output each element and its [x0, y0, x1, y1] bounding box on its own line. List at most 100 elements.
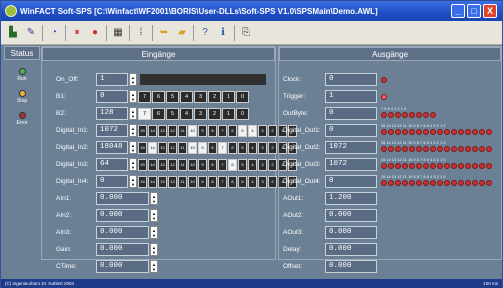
b1-field[interactable]: 0 — [96, 90, 128, 103]
b1-bit-4[interactable]: 4 — [180, 90, 193, 103]
b1-spinner[interactable]: ▲ ▼ — [129, 90, 137, 103]
info-icon[interactable]: ℹ — [216, 26, 230, 40]
folder-arrow-icon[interactable]: ➥ — [157, 26, 171, 40]
bit-8[interactable]: 8 — [208, 141, 217, 154]
bit-7[interactable]: 7 — [218, 124, 227, 137]
bit-13[interactable]: 13 — [158, 158, 167, 171]
bit-9[interactable]: 9 — [198, 124, 207, 137]
minimize-button[interactable]: _ — [451, 4, 465, 18]
bit-10[interactable]: 10 — [188, 175, 197, 188]
stop-icon[interactable]: ⏸ — [70, 26, 84, 40]
bit-14[interactable]: 14 — [148, 124, 157, 137]
bit-13[interactable]: 13 — [158, 175, 167, 188]
bit-5[interactable]: 5 — [238, 158, 247, 171]
ain3-field[interactable]: 0.000 — [96, 226, 149, 239]
digital-in2-bits[interactable]: 15 14 13 12 11 10 9 8 7 6 5 4 3 2 1 0 — [137, 141, 297, 154]
bit-7[interactable]: 7 — [218, 175, 227, 188]
ain2-spinner[interactable]: ▲ ▼ — [150, 209, 158, 222]
close-button[interactable]: X — [483, 4, 497, 18]
b2-field[interactable]: 128 — [96, 107, 128, 120]
clock-icon[interactable]: ◔ — [47, 26, 61, 40]
bit-8[interactable]: 8 — [208, 175, 217, 188]
b1-bit-0[interactable]: 0 — [236, 90, 249, 103]
b2-spinner[interactable]: ▲ ▼ — [129, 107, 137, 120]
digital-in3-bits[interactable]: 15 14 13 12 11 10 9 8 7 6 5 4 3 2 1 0 — [137, 158, 297, 171]
digital-in4-bits[interactable]: 15 14 13 12 11 10 9 8 7 6 5 4 3 2 1 0 — [137, 175, 297, 188]
b2-bit-6[interactable]: 6 — [152, 107, 165, 120]
edit-icon[interactable]: ✎ — [24, 26, 38, 40]
b1-bit-6[interactable]: 6 — [152, 90, 165, 103]
help-icon[interactable]: ? — [198, 26, 212, 40]
digital-in1-bits[interactable]: 15 14 13 12 11 10 9 8 7 6 5 4 3 2 1 0 — [137, 124, 297, 137]
b2-bit-1[interactable]: 1 — [222, 107, 235, 120]
bit-3[interactable]: 3 — [258, 141, 267, 154]
bit-5[interactable]: 5 — [238, 141, 247, 154]
ctime-spinner[interactable]: ▲ ▼ — [150, 260, 158, 273]
bit-3[interactable]: 3 — [258, 175, 267, 188]
b2-bit-2[interactable]: 2 — [208, 107, 221, 120]
bit-11[interactable]: 11 — [178, 124, 187, 137]
bit-4[interactable]: 4 — [248, 175, 257, 188]
bit-6[interactable]: 6 — [228, 158, 237, 171]
digital-in3-spinner[interactable]: ▲ ▼ — [129, 158, 137, 171]
bit-13[interactable]: 13 — [158, 124, 167, 137]
bit-12[interactable]: 12 — [168, 175, 177, 188]
bit-8[interactable]: 8 — [208, 124, 217, 137]
bit-7[interactable]: 7 — [218, 141, 227, 154]
bit-2[interactable]: 2 — [268, 141, 277, 154]
bit-14[interactable]: 14 — [148, 175, 157, 188]
ain3-spinner[interactable]: ▲ ▼ — [150, 226, 158, 239]
b1-bit-2[interactable]: 2 — [208, 90, 221, 103]
bit-13[interactable]: 13 — [158, 141, 167, 154]
maximize-button[interactable]: □ — [467, 4, 481, 18]
bit-11[interactable]: 11 — [178, 158, 187, 171]
ctime-field[interactable]: 0.000 — [96, 260, 149, 273]
bit-12[interactable]: 12 — [168, 141, 177, 154]
step-icon[interactable]: ⁞ — [134, 26, 148, 40]
bit-4[interactable]: 4 — [248, 124, 257, 137]
exit-icon[interactable]: ⎘ — [239, 26, 253, 40]
bit-10[interactable]: 10 — [188, 141, 197, 154]
digital-in1-spinner[interactable]: ▲ ▼ — [129, 124, 137, 137]
bit-15[interactable]: 15 — [138, 175, 147, 188]
b2-bit-4[interactable]: 4 — [180, 107, 193, 120]
ain1-spinner[interactable]: ▲ ▼ — [150, 192, 158, 205]
digital-in2-spinner[interactable]: ▲ ▼ — [129, 141, 137, 154]
on-off-field[interactable]: 1 — [96, 73, 128, 86]
bit-6[interactable]: 6 — [228, 141, 237, 154]
b2-bit-7[interactable]: 7 — [138, 107, 151, 120]
gain-field[interactable]: 0.000 — [96, 243, 149, 256]
b1-bit-5[interactable]: 5 — [166, 90, 179, 103]
ain2-field[interactable]: 0.000 — [96, 209, 149, 222]
bit-10[interactable]: 10 — [188, 124, 197, 137]
bit-5[interactable]: 5 — [238, 175, 247, 188]
bit-11[interactable]: 11 — [178, 141, 187, 154]
b2-bit-5[interactable]: 5 — [166, 107, 179, 120]
bit-9[interactable]: 9 — [198, 141, 207, 154]
bit-12[interactable]: 12 — [168, 124, 177, 137]
bit-15[interactable]: 15 — [138, 141, 147, 154]
grid-icon[interactable]: ▦ — [111, 26, 125, 40]
bit-4[interactable]: 4 — [248, 141, 257, 154]
bit-6[interactable]: 6 — [228, 124, 237, 137]
b1-bit-7[interactable]: 7 — [138, 90, 151, 103]
bit-15[interactable]: 15 — [138, 158, 147, 171]
open-file-icon[interactable]: ▙ — [6, 26, 20, 40]
bit-7[interactable]: 7 — [218, 158, 227, 171]
bit-2[interactable]: 2 — [268, 175, 277, 188]
bit-11[interactable]: 11 — [178, 175, 187, 188]
digital-in4-spinner[interactable]: ▲ ▼ — [129, 175, 137, 188]
bit-2[interactable]: 2 — [268, 124, 277, 137]
bit-12[interactable]: 12 — [168, 158, 177, 171]
bit-9[interactable]: 9 — [198, 175, 207, 188]
b2-bit-0[interactable]: 0 — [236, 107, 249, 120]
bit-3[interactable]: 3 — [258, 158, 267, 171]
bit-10[interactable]: 10 — [188, 158, 197, 171]
bit-8[interactable]: 8 — [208, 158, 217, 171]
bit-4[interactable]: 4 — [248, 158, 257, 171]
on-off-spinner[interactable]: ▲ ▼ — [129, 73, 137, 86]
digital-in3-field[interactable]: 64 — [96, 158, 128, 171]
bit-14[interactable]: 14 — [148, 158, 157, 171]
bit-9[interactable]: 9 — [198, 158, 207, 171]
bit-15[interactable]: 15 — [138, 124, 147, 137]
